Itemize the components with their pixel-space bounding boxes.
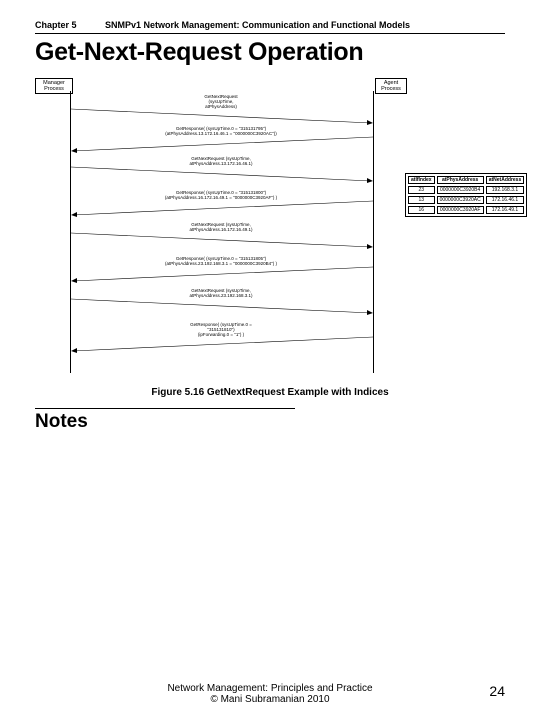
msg-3: GetNextRequest (sysUpTime,atPhysAddress.…: [71, 157, 371, 167]
arrow-left-1: [71, 135, 373, 153]
msg-4: GetResponse( (sysUpTime.0 = "315131800")…: [71, 191, 371, 201]
th-net: atNetAddress: [486, 176, 525, 184]
arrow-left-2: [71, 199, 373, 217]
table-row: 130000000C3920AC172.16.46.1: [408, 196, 524, 204]
page-footer: Network Management: Principles and Pract…: [0, 683, 540, 705]
manager-process-box: ManagerProcess: [35, 78, 73, 94]
agent-lifeline: [373, 91, 374, 373]
th-ifindex: atIfIndex: [408, 176, 435, 184]
arrow-right-2: [71, 165, 373, 183]
table-row: 230000000C3920B4192.168.3.1: [408, 186, 524, 194]
notes-rule: [35, 408, 295, 409]
page-title: Get-Next-Request Operation: [35, 38, 505, 67]
chapter-label: Chapter 5: [35, 20, 105, 30]
arrow-left-3: [71, 265, 373, 283]
msg-8: GetResponse( (sysUpTime.0 ="315131810")(…: [71, 323, 371, 338]
address-table: atIfIndex atPhysAddress atNetAddress 230…: [405, 173, 527, 217]
arrow-right-3: [71, 231, 373, 249]
figure-caption: Figure 5.16 GetNextRequest Example with …: [35, 387, 505, 398]
th-phys: atPhysAddress: [437, 176, 484, 184]
msg-1: GetNextRequest(sysUpTime,atPhysAddress): [71, 95, 371, 110]
page: Chapter 5 SNMPv1 Network Management: Com…: [0, 0, 540, 690]
footer-line1: Network Management: Principles and Pract…: [0, 683, 540, 694]
table-row: 160000000C3920AF172.16.49.1: [408, 206, 524, 214]
notes-heading: Notes: [35, 411, 505, 433]
sequence-diagram: ManagerProcess AgentProcess GetNextReque…: [35, 73, 505, 383]
msg-6: GetResponse( (sysUpTime.0 = "315131805")…: [71, 257, 371, 267]
msg-5: GetNextRequest (sysUpTime,atPhysAddress.…: [71, 223, 371, 233]
agent-process-box: AgentProcess: [375, 78, 407, 94]
footer-line2: © Mani Subramanian 2010: [0, 694, 540, 705]
arrow-right-4: [71, 297, 373, 315]
chapter-subtitle: SNMPv1 Network Management: Communication…: [105, 20, 505, 30]
table-header-row: atIfIndex atPhysAddress atNetAddress: [408, 176, 524, 184]
header-rule: [35, 33, 505, 34]
msg-2: GetResponse( (sysUpTime.0 = "315131795")…: [71, 127, 371, 137]
page-number: 24: [489, 683, 505, 699]
msg-7: GetNextRequest (sysUpTime,atPhysAddress.…: [71, 289, 371, 299]
page-header: Chapter 5 SNMPv1 Network Management: Com…: [35, 20, 505, 32]
